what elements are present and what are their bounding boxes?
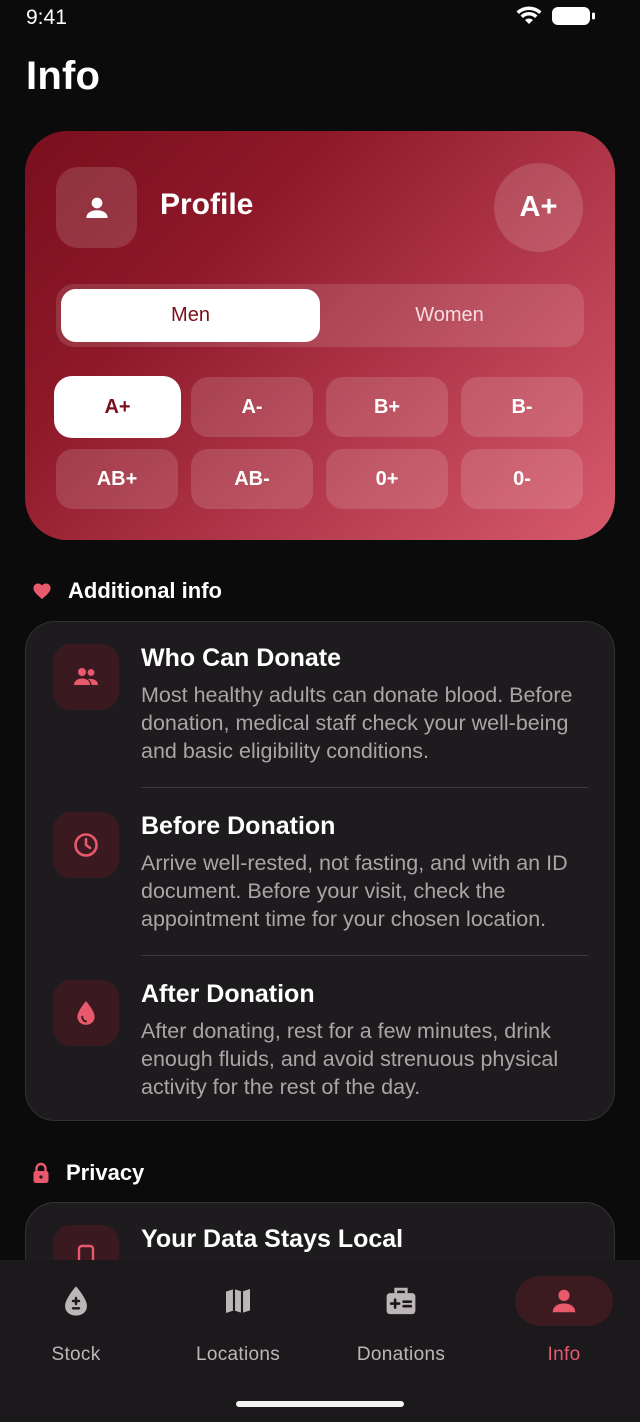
drop-icon xyxy=(53,980,119,1046)
additional-info-header: Additional info xyxy=(32,578,222,604)
lock-icon xyxy=(33,1162,49,1183)
info-item-body: Most healthy adults can donate blood. Be… xyxy=(141,683,573,763)
map-icon xyxy=(226,1289,250,1313)
info-item-title: After Donation xyxy=(141,980,315,1008)
person-icon xyxy=(552,1289,576,1313)
battery-icon xyxy=(552,7,595,25)
medical-kit-icon xyxy=(386,1287,416,1315)
blood-type-option[interactable]: AB- xyxy=(191,449,313,509)
blood-type-option[interactable]: A+ xyxy=(54,376,181,438)
divider xyxy=(141,787,588,788)
divider xyxy=(141,955,588,956)
info-item-title: Your Data Stays Local xyxy=(141,1225,404,1253)
nav-item-info[interactable]: Info xyxy=(489,1276,639,1366)
clock-icon xyxy=(53,812,119,878)
info-item-body: After donating, rest for a few minutes, … xyxy=(141,1019,559,1099)
people-icon xyxy=(53,644,119,710)
nav-label: Info xyxy=(547,1344,581,1365)
profile-avatar xyxy=(56,167,137,248)
info-item-body: Arrive well-rested, not fasting, and wit… xyxy=(141,851,568,931)
privacy-header: Privacy xyxy=(32,1160,144,1186)
person-icon xyxy=(85,197,108,218)
selected-blood-type-badge: A+ xyxy=(494,163,583,252)
blood-type-option[interactable]: 0- xyxy=(461,449,583,509)
blood-type-option[interactable]: A- xyxy=(191,377,313,437)
gender-option-women[interactable]: Women xyxy=(320,289,579,342)
additional-info-title: Additional info xyxy=(68,578,222,603)
status-icons xyxy=(516,6,596,26)
nav-item-locations[interactable]: Locations xyxy=(163,1276,313,1366)
nav-item-stock[interactable]: Stock xyxy=(1,1276,151,1366)
wifi-icon xyxy=(516,6,542,24)
blood-drop-plus-minus-icon xyxy=(65,1286,87,1316)
privacy-title: Privacy xyxy=(66,1160,145,1185)
info-item-title: Before Donation xyxy=(141,812,336,840)
bottom-nav: Stock Locations Donations Info xyxy=(0,1260,640,1422)
profile-title: Profile xyxy=(160,188,254,221)
gender-toggle: Men Women xyxy=(56,284,584,347)
nav-label: Locations xyxy=(195,1344,281,1365)
status-bar: 9:41 xyxy=(0,0,640,40)
status-time: 9:41 xyxy=(26,6,67,29)
additional-info-card: Who Can Donate Most healthy adults can d… xyxy=(25,621,615,1121)
nav-label: Donations xyxy=(356,1344,446,1365)
gender-option-men[interactable]: Men xyxy=(61,289,320,342)
blood-type-option[interactable]: 0+ xyxy=(326,449,448,509)
nav-item-donations[interactable]: Donations xyxy=(326,1276,476,1366)
page-title: Info xyxy=(26,54,101,98)
blood-type-option[interactable]: AB+ xyxy=(56,449,178,509)
heart-icon xyxy=(33,583,51,600)
profile-card: Profile A+ Men Women A+ A- B+ B- AB+ AB-… xyxy=(25,131,615,540)
home-indicator xyxy=(236,1401,404,1407)
info-item-title: Who Can Donate xyxy=(141,644,341,672)
nav-label: Stock xyxy=(51,1344,101,1365)
blood-type-option[interactable]: B- xyxy=(461,377,583,437)
blood-type-option[interactable]: B+ xyxy=(326,377,448,437)
